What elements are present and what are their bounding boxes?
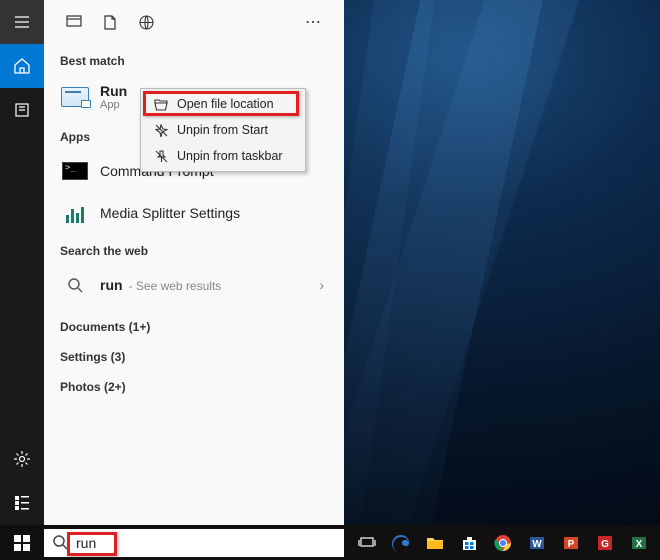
result-title: Media Splitter Settings bbox=[100, 205, 240, 221]
apps-list-button[interactable] bbox=[0, 481, 44, 525]
task-view-icon[interactable] bbox=[352, 529, 382, 557]
web-query: run bbox=[100, 277, 123, 293]
result-media-splitter[interactable]: Media Splitter Settings bbox=[44, 192, 344, 234]
svg-text:W: W bbox=[532, 539, 542, 550]
documents-filter-icon[interactable] bbox=[92, 0, 128, 44]
start-sidebar bbox=[0, 0, 44, 525]
word-icon[interactable]: W bbox=[522, 529, 552, 557]
cmd-icon bbox=[60, 156, 90, 186]
search-icon bbox=[44, 535, 76, 550]
search-results-panel: ⋯ Best match Run App Apps Command Prompt… bbox=[44, 0, 344, 525]
web-label: Search the web bbox=[44, 234, 344, 264]
gdata-icon[interactable]: G bbox=[590, 529, 620, 557]
chevron-right-icon: › bbox=[319, 277, 328, 293]
web-filter-icon[interactable] bbox=[128, 0, 164, 44]
unpin-taskbar-icon bbox=[151, 150, 171, 163]
ctx-unpin-taskbar[interactable]: Unpin from taskbar bbox=[141, 143, 305, 169]
run-icon bbox=[60, 82, 90, 112]
edge-icon[interactable] bbox=[386, 529, 416, 557]
folder-open-icon bbox=[151, 98, 171, 111]
ctx-unpin-start[interactable]: Unpin from Start bbox=[141, 117, 305, 143]
settings-label[interactable]: Settings (3) bbox=[44, 340, 344, 370]
taskbar: W P G X bbox=[0, 525, 660, 560]
media-splitter-icon bbox=[60, 198, 90, 228]
svg-text:G: G bbox=[601, 539, 609, 550]
documents-label[interactable]: Documents (1+) bbox=[44, 306, 344, 340]
ctx-label: Unpin from Start bbox=[177, 123, 268, 137]
search-input[interactable] bbox=[76, 529, 344, 557]
svg-text:P: P bbox=[568, 539, 575, 550]
ctx-open-file-location[interactable]: Open file location bbox=[141, 91, 305, 117]
ctx-label: Unpin from taskbar bbox=[177, 149, 283, 163]
photos-label[interactable]: Photos (2+) bbox=[44, 370, 344, 400]
recent-button[interactable] bbox=[0, 88, 44, 132]
result-web-run[interactable]: run - See web results › bbox=[44, 264, 344, 306]
start-button[interactable] bbox=[0, 525, 44, 560]
unpin-start-icon bbox=[151, 124, 171, 137]
store-icon[interactable] bbox=[454, 529, 484, 557]
best-match-label: Best match bbox=[44, 44, 344, 74]
file-explorer-icon[interactable] bbox=[420, 529, 450, 557]
chrome-icon[interactable] bbox=[488, 529, 518, 557]
excel-icon[interactable]: X bbox=[624, 529, 654, 557]
powerpoint-icon[interactable]: P bbox=[556, 529, 586, 557]
search-icon bbox=[60, 270, 90, 300]
ctx-label: Open file location bbox=[177, 97, 274, 111]
home-button[interactable] bbox=[0, 44, 44, 88]
taskbar-search-box[interactable] bbox=[44, 529, 344, 557]
apps-filter-icon[interactable] bbox=[56, 0, 92, 44]
context-menu: Open file location Unpin from Start Unpi… bbox=[140, 88, 306, 172]
search-filter-header: ⋯ bbox=[44, 0, 344, 44]
more-options-icon[interactable]: ⋯ bbox=[296, 0, 332, 44]
settings-button[interactable] bbox=[0, 437, 44, 481]
svg-text:X: X bbox=[636, 539, 643, 550]
menu-button[interactable] bbox=[0, 0, 44, 44]
taskbar-app-icons: W P G X bbox=[352, 525, 660, 560]
